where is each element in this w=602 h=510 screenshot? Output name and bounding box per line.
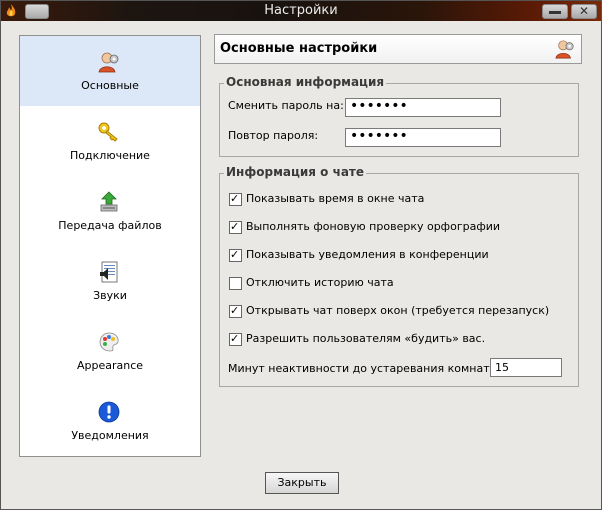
close-window-button[interactable]: ✕ [571, 4, 597, 19]
sidebar-item-label: Основные [81, 79, 139, 92]
checkmark-icon: ✓ [230, 332, 240, 345]
sidebar-item-connection[interactable]: Подключение [20, 106, 200, 176]
sidebar-item-label: Звуки [93, 289, 127, 302]
palette-icon [99, 332, 119, 352]
sidebar-item-label: Передача файлов [58, 219, 162, 232]
sidebar-item-label: Уведомления [71, 429, 149, 442]
minimize-icon [549, 11, 561, 14]
checkbox-box[interactable]: ✓ [229, 220, 242, 234]
section-header: Основные настройки [214, 34, 582, 64]
sidebar-item-label: Appearance [76, 359, 144, 372]
checkmark-icon: ✓ [230, 304, 240, 317]
repeat-password-label: Повтор пароля: [228, 129, 319, 142]
user-settings-icon [98, 52, 119, 73]
user-settings-icon [555, 40, 574, 59]
sidebar-item-file-transfer[interactable]: Передача файлов [20, 176, 200, 246]
checkbox-box[interactable]: ✓ [229, 192, 242, 206]
sidebar-item-label: Подключение [70, 149, 150, 162]
checkbox-box[interactable]: ✓ [229, 248, 242, 262]
sidebar-item-appearance[interactable]: Appearance [20, 316, 200, 386]
close-button[interactable]: Закрыть [265, 472, 339, 494]
change-password-field[interactable]: ••••••• [345, 98, 501, 117]
checkbox-box[interactable]: ✓ [229, 332, 242, 346]
minimize-button[interactable] [542, 4, 568, 19]
group-title: Информация о чате [224, 165, 367, 179]
sound-document-icon [100, 261, 118, 283]
settings-sidebar: Основные Подключение Передача файлов Зву… [19, 35, 201, 457]
checkmark-icon: ✓ [230, 192, 240, 205]
file-transfer-icon [100, 191, 118, 212]
repeat-password-field[interactable]: ••••••• [345, 128, 501, 147]
sidebar-item-notifications[interactable]: Уведомления [20, 386, 200, 456]
checkbox-box[interactable]: ✓ [229, 304, 242, 318]
title-bar[interactable]: Настройки ✕ [1, 1, 601, 21]
preferences-window: Настройки ✕ Основные Подключение Передач… [0, 0, 602, 510]
basic-info-group: Основная информация Сменить пароль на: •… [219, 75, 579, 157]
idle-minutes-label: Минут неактивности до устаревания комнат… [228, 362, 503, 375]
change-password-label: Сменить пароль на: [228, 99, 344, 112]
notification-icon [98, 401, 120, 423]
window-title: Настройки [264, 3, 338, 18]
idle-minutes-field[interactable]: 15 [490, 358, 562, 377]
key-icon [98, 122, 118, 142]
checkmark-icon: ✓ [230, 248, 240, 261]
chat-info-group: Информация о чате ✓ Показывать время в о… [219, 165, 579, 387]
sidebar-item-general[interactable]: Основные [20, 36, 200, 106]
checkmark-icon: ✓ [230, 220, 240, 233]
group-title: Основная информация [224, 75, 387, 89]
checkbox-box[interactable] [229, 277, 242, 290]
sidebar-item-sounds[interactable]: Звуки [20, 246, 200, 316]
close-icon: ✕ [578, 4, 590, 18]
section-title: Основные настройки [220, 41, 378, 56]
